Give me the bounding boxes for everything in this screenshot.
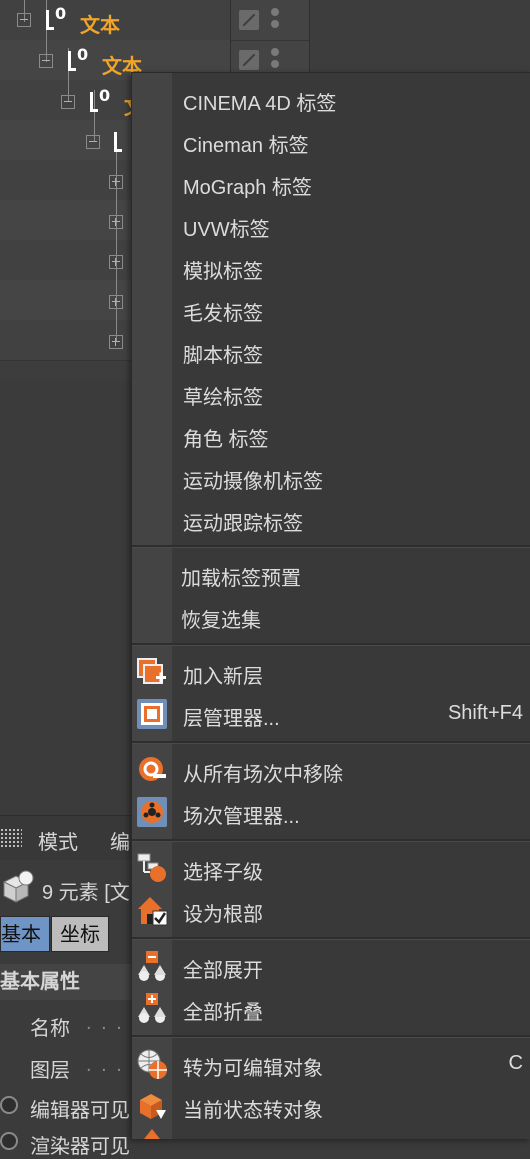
elements-icon bbox=[2, 870, 34, 903]
remove-take-icon bbox=[139, 757, 166, 781]
menu-item-cineman-tags[interactable]: Cineman 标签 bbox=[132, 120, 530, 162]
prop-render-visible-label: 渲染器可见 bbox=[30, 1136, 130, 1158]
menu-separator bbox=[132, 741, 530, 744]
menu-item-restore-selection[interactable]: 恢复选集 bbox=[132, 595, 530, 637]
menu-separator bbox=[132, 839, 530, 842]
visibility-dots-icon[interactable] bbox=[271, 8, 279, 32]
context-menu: CINEMA 4D 标签 Cineman 标签 MoGraph 标签 UVW标签… bbox=[131, 72, 530, 1139]
visibility-dots-icon[interactable] bbox=[271, 48, 279, 72]
expand-toggle[interactable] bbox=[109, 255, 123, 269]
expand-toggle[interactable] bbox=[109, 295, 123, 309]
element-count: 9 元素 [文 bbox=[42, 882, 130, 904]
menu-item-remove-from-all-takes[interactable]: 从所有场次中移除 bbox=[132, 749, 530, 791]
collapse-toggle[interactable] bbox=[61, 95, 75, 109]
menu-separator bbox=[132, 937, 530, 940]
menu-item-set-as-root[interactable]: 设为根部 bbox=[132, 889, 530, 931]
grip-icon[interactable] bbox=[0, 828, 22, 848]
object-name[interactable]: 文本 bbox=[80, 9, 120, 38]
layer-toggle-icon[interactable] bbox=[239, 10, 259, 30]
menu-item-simulation-tags[interactable]: 模拟标签 bbox=[132, 246, 530, 288]
collapse-all-icon bbox=[138, 993, 166, 1023]
editor-visible-radio[interactable] bbox=[0, 1096, 18, 1114]
menu-item-uvw-tags[interactable]: UVW标签 bbox=[132, 204, 530, 246]
section-basic-properties[interactable]: 基本属性 bbox=[0, 964, 140, 1000]
text-object-icon: 0 bbox=[68, 45, 92, 73]
menu-item-layer-manager[interactable]: 层管理器... Shift+F4 bbox=[132, 693, 530, 735]
text-object-icon: 0 bbox=[46, 4, 70, 32]
layer-manager-icon bbox=[137, 699, 167, 729]
menu-item-load-tag-preset[interactable]: 加载标签预置 bbox=[132, 553, 530, 595]
current-state-to-object-icon bbox=[140, 1094, 166, 1119]
menu-item-expand-all[interactable]: 全部展开 bbox=[132, 945, 530, 987]
collapse-toggle[interactable] bbox=[39, 54, 53, 68]
add-layer-icon bbox=[137, 658, 166, 684]
menu-separator bbox=[132, 1035, 530, 1038]
collapse-toggle[interactable] bbox=[17, 13, 31, 27]
menu-separator bbox=[132, 643, 530, 646]
menu-item-collapse-all[interactable]: 全部折叠 bbox=[132, 987, 530, 1029]
attribute-manager: 模式 编 9 元素 [文 基本 坐标 基本属性 名称 . . . . 图层 . … bbox=[0, 815, 140, 1158]
select-children-icon bbox=[137, 853, 166, 882]
tab-coord[interactable]: 坐标 bbox=[51, 916, 109, 952]
attribute-toolbar: 模式 编 bbox=[0, 816, 140, 860]
expand-all-icon bbox=[138, 951, 166, 981]
set-as-root-icon bbox=[138, 897, 168, 926]
expand-toggle[interactable] bbox=[109, 335, 123, 349]
collapse-toggle[interactable] bbox=[86, 135, 100, 149]
expand-toggle[interactable] bbox=[109, 175, 123, 189]
menu-item-take-manager[interactable]: 场次管理器... bbox=[132, 791, 530, 833]
menu-item-make-editable[interactable]: 转为可编辑对象 C bbox=[132, 1043, 530, 1085]
menu-item-mograph-tags[interactable]: MoGraph 标签 bbox=[132, 162, 530, 204]
prop-name-label: 名称 bbox=[30, 1018, 70, 1040]
menu-item-character-tags[interactable]: 角色 标签 bbox=[132, 414, 530, 456]
menu-separator bbox=[132, 545, 530, 548]
menu-item-cinema4d-tags[interactable]: CINEMA 4D 标签 bbox=[132, 78, 530, 120]
take-manager-icon bbox=[137, 797, 167, 827]
menu-item-hair-tags[interactable]: 毛发标签 bbox=[132, 288, 530, 330]
menu-item-motion-camera-tags[interactable]: 运动摄像机标签 bbox=[132, 456, 530, 498]
menu-item-script-tags[interactable]: 脚本标签 bbox=[132, 330, 530, 372]
menu-item-select-children[interactable]: 选择子级 bbox=[132, 847, 530, 889]
menu-item-sketch-tags[interactable]: 草绘标签 bbox=[132, 372, 530, 414]
render-visible-radio[interactable] bbox=[0, 1132, 18, 1150]
expand-toggle[interactable] bbox=[109, 215, 123, 229]
text-object-icon: 0 bbox=[90, 86, 114, 114]
visibility-column bbox=[230, 0, 310, 81]
make-editable-icon bbox=[137, 1049, 167, 1079]
menu-edit[interactable]: 编 bbox=[110, 826, 130, 855]
prop-editor-visible-label: 编辑器可见 bbox=[30, 1100, 130, 1122]
menu-mode[interactable]: 模式 bbox=[38, 826, 78, 855]
layer-toggle-icon[interactable] bbox=[239, 50, 259, 70]
tab-basic[interactable]: 基本 bbox=[0, 916, 50, 952]
menu-item-add-new-layer[interactable]: 加入新层 bbox=[132, 651, 530, 693]
prop-layer-label: 图层 bbox=[30, 1060, 70, 1082]
menu-item-current-state-to-object[interactable]: 当前状态转对象 bbox=[132, 1085, 530, 1127]
menu-item-motion-tracking-tags[interactable]: 运动跟踪标签 bbox=[132, 498, 530, 540]
